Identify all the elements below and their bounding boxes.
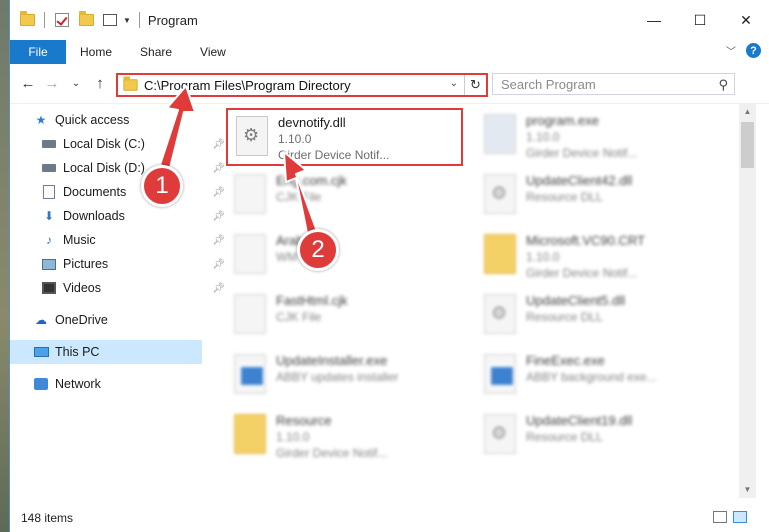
- tiles-view-icon[interactable]: [733, 511, 747, 523]
- status-bar: 148 items: [9, 504, 769, 532]
- step-1-badge: 1: [141, 165, 183, 207]
- item-count: 148 items: [21, 511, 74, 525]
- details-view-icon[interactable]: [713, 511, 727, 523]
- arrow-to-devnotify: [283, 151, 319, 239]
- view-switcher: [713, 511, 747, 523]
- annotation-arrows: [159, 85, 319, 239]
- arrow-to-address-bar: [159, 85, 196, 169]
- step-2-badge: 2: [297, 229, 339, 271]
